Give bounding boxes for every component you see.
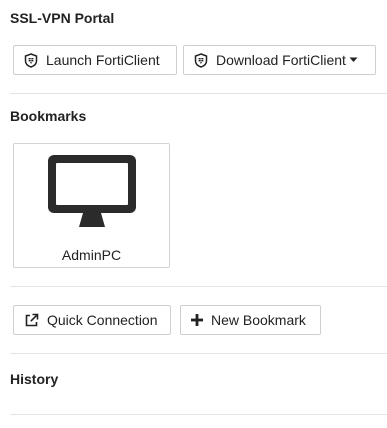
portal-divider [10,93,387,94]
new-bookmark-button[interactable]: New Bookmark [180,305,321,335]
monitor-icon [47,154,137,239]
new-bookmark-label: New Bookmark [211,312,306,328]
quick-connection-label: Quick Connection [47,312,158,328]
launch-forticlient-button[interactable]: Launch FortiClient [13,45,177,75]
history-divider [10,414,387,415]
launch-forticlient-label: Launch FortiClient [46,52,160,68]
bookmarks-title: Bookmarks [10,108,87,124]
external-link-icon [24,313,39,328]
bookmark-label: AdminPC [61,247,122,263]
portal-title: SSL-VPN Portal [10,10,115,26]
download-forticlient-button[interactable]: Download FortiClient [183,45,376,75]
download-forticlient-label: Download FortiClient [216,52,346,68]
plus-icon [191,314,203,326]
caret-down-icon [349,57,358,63]
quick-connection-button[interactable]: Quick Connection [13,305,171,335]
bookmarks-divider [10,286,387,287]
forticlient-shield-icon [194,52,208,68]
bookmark-tile-adminpc[interactable]: AdminPC [13,143,170,268]
actions-divider [10,353,387,354]
forticlient-shield-icon [24,52,38,68]
history-title: History [10,371,59,387]
